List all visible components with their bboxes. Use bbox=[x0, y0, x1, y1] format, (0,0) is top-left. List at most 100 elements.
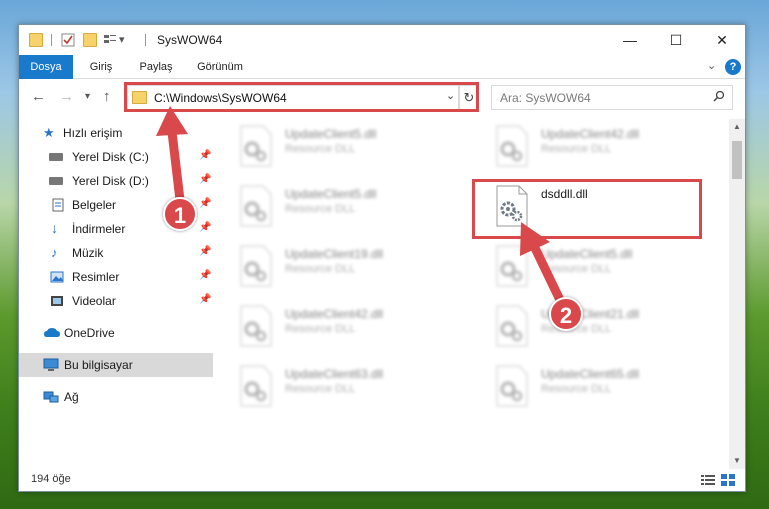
file-tile[interactable]: UpdateClient42.dll Resource DLL bbox=[475, 121, 695, 171]
computer-icon bbox=[43, 358, 59, 371]
file-tile[interactable]: UpdateClient19.dll Resource DLL bbox=[219, 241, 439, 291]
drive-icon bbox=[49, 177, 63, 185]
nav-item-local-disk-c[interactable]: Yerel Disk (C:) 📌 bbox=[19, 145, 213, 169]
large-icons-view-icon[interactable] bbox=[721, 474, 735, 486]
vertical-scrollbar[interactable]: ▲ ▼ bbox=[729, 119, 745, 469]
nav-label: OneDrive bbox=[64, 326, 115, 340]
nav-item-pictures[interactable]: Resimler 📌 bbox=[19, 265, 213, 289]
file-name: UpdateClient42.dll bbox=[541, 127, 640, 141]
address-highlight-box bbox=[124, 82, 479, 112]
scroll-down-icon[interactable]: ▼ bbox=[729, 453, 745, 469]
file-tile[interactable]: UpdateClient65.dll Resource DLL bbox=[475, 361, 695, 411]
nav-item-network[interactable]: Ağ bbox=[19, 385, 213, 409]
dll-file-icon bbox=[496, 365, 528, 407]
pin-icon[interactable]: 📌 bbox=[199, 294, 211, 305]
file-type: Resource DLL bbox=[541, 383, 612, 395]
status-bar: 194 öğe bbox=[19, 469, 745, 491]
file-highlight-box bbox=[472, 179, 702, 239]
nav-label: Yerel Disk (D:) bbox=[72, 174, 149, 188]
dll-file-icon bbox=[496, 125, 528, 167]
search-placeholder: Ara: SysWOW64 bbox=[500, 91, 591, 105]
help-button[interactable]: ? bbox=[725, 59, 741, 75]
nav-label: Videolar bbox=[72, 294, 116, 308]
nav-label: Hızlı erişim bbox=[63, 126, 123, 140]
cloud-icon bbox=[44, 328, 60, 337]
close-button[interactable]: ✕ bbox=[699, 25, 745, 55]
file-type: Resource DLL bbox=[285, 203, 356, 215]
expand-ribbon-icon[interactable]: ⌄ bbox=[707, 59, 716, 72]
pin-icon[interactable]: 📌 bbox=[199, 270, 211, 281]
file-type: Resource DLL bbox=[285, 263, 356, 275]
nav-label: İndirmeler bbox=[72, 222, 126, 236]
file-name: UpdateClient5.dll bbox=[285, 187, 377, 201]
nav-label: Resimler bbox=[72, 270, 120, 284]
file-type: Resource DLL bbox=[541, 263, 612, 275]
nav-item-this-pc[interactable]: Bu bilgisayar bbox=[19, 353, 213, 377]
dll-file-icon bbox=[496, 305, 528, 347]
nav-item-videos[interactable]: Videolar 📌 bbox=[19, 289, 213, 313]
nav-label: Belgeler bbox=[72, 198, 117, 212]
file-tile[interactable]: UpdateClient21.dll Resource DLL bbox=[475, 301, 695, 351]
dll-file-icon bbox=[240, 305, 272, 347]
chevron-down-icon[interactable]: ▾ bbox=[119, 33, 125, 46]
dll-file-icon bbox=[496, 245, 528, 287]
file-tile[interactable]: UpdateClient63.dll Resource DLL bbox=[219, 361, 439, 411]
file-type: Resource DLL bbox=[285, 383, 356, 395]
nav-item-quick-access[interactable]: ★ Hızlı erişim bbox=[19, 121, 213, 145]
dll-file-icon bbox=[240, 245, 272, 287]
separator bbox=[51, 34, 52, 46]
nav-label: Müzik bbox=[72, 246, 104, 260]
pin-icon[interactable]: 📌 bbox=[199, 222, 211, 233]
video-icon bbox=[51, 296, 63, 306]
document-icon bbox=[52, 198, 64, 212]
tab-gorunum[interactable]: Görünüm bbox=[189, 55, 251, 79]
properties-icon[interactable] bbox=[61, 33, 75, 47]
item-count: 194 öğe bbox=[31, 473, 71, 485]
file-name: UpdateClient42.dll bbox=[285, 307, 384, 321]
pin-icon[interactable]: 📌 bbox=[199, 198, 211, 209]
details-view-icon[interactable] bbox=[701, 474, 715, 486]
file-type: Resource DLL bbox=[541, 143, 612, 155]
customize-toolbar-icon[interactable] bbox=[103, 33, 117, 47]
file-tile[interactable]: UpdateClient5.dll Resource DLL bbox=[475, 241, 695, 291]
scroll-thumb[interactable] bbox=[732, 141, 742, 179]
back-arrow-icon[interactable]: ← bbox=[31, 88, 46, 105]
up-arrow-icon[interactable]: ↑ bbox=[103, 88, 111, 105]
nav-item-onedrive[interactable]: OneDrive bbox=[19, 321, 213, 345]
pin-icon[interactable]: 📌 bbox=[199, 174, 211, 185]
forward-arrow-icon[interactable]: → bbox=[59, 88, 74, 105]
maximize-button[interactable]: ☐ bbox=[653, 25, 699, 55]
tab-dosya[interactable]: Dosya bbox=[19, 55, 73, 79]
file-name: UpdateClient5.dll bbox=[285, 127, 377, 141]
ribbon-tabs: Dosya Giriş Paylaş Görünüm ⌄ ? bbox=[19, 55, 745, 79]
drive-icon bbox=[49, 153, 63, 161]
file-name: UpdateClient5.dll bbox=[541, 247, 633, 261]
scroll-up-icon[interactable]: ▲ bbox=[729, 119, 745, 135]
file-tile[interactable]: UpdateClient5.dll Resource DLL bbox=[219, 121, 439, 171]
search-box[interactable]: Ara: SysWOW64 bbox=[491, 85, 733, 110]
file-name: UpdateClient63.dll bbox=[285, 367, 384, 381]
download-icon: ↓ bbox=[51, 220, 58, 236]
network-icon bbox=[43, 391, 59, 403]
nav-item-music[interactable]: ♪ Müzik 📌 bbox=[19, 241, 213, 265]
title-bar: ▾ SysWOW64 — ☐ ✕ bbox=[19, 25, 745, 55]
file-tile[interactable]: UpdateClient5.dll Resource DLL bbox=[219, 181, 439, 231]
file-tile[interactable]: UpdateClient42.dll Resource DLL bbox=[219, 301, 439, 351]
step-1-badge: 1 bbox=[163, 197, 197, 231]
pictures-icon bbox=[50, 271, 64, 283]
new-folder-icon[interactable] bbox=[83, 33, 97, 47]
folder-icon bbox=[29, 33, 43, 47]
nav-label: Yerel Disk (C:) bbox=[72, 150, 149, 164]
nav-item-local-disk-d[interactable]: Yerel Disk (D:) 📌 bbox=[19, 169, 213, 193]
pin-icon[interactable]: 📌 bbox=[199, 246, 211, 257]
separator bbox=[145, 34, 146, 46]
dll-file-icon bbox=[240, 125, 272, 167]
file-type: Resource DLL bbox=[285, 143, 356, 155]
pin-icon[interactable]: 📌 bbox=[199, 150, 211, 161]
search-icon[interactable] bbox=[713, 90, 725, 102]
recent-locations-icon[interactable]: ▾ bbox=[85, 91, 90, 102]
tab-paylas[interactable]: Paylaş bbox=[131, 55, 181, 79]
minimize-button[interactable]: — bbox=[607, 25, 653, 55]
tab-giris[interactable]: Giriş bbox=[79, 55, 123, 79]
file-type: Resource DLL bbox=[285, 323, 356, 335]
